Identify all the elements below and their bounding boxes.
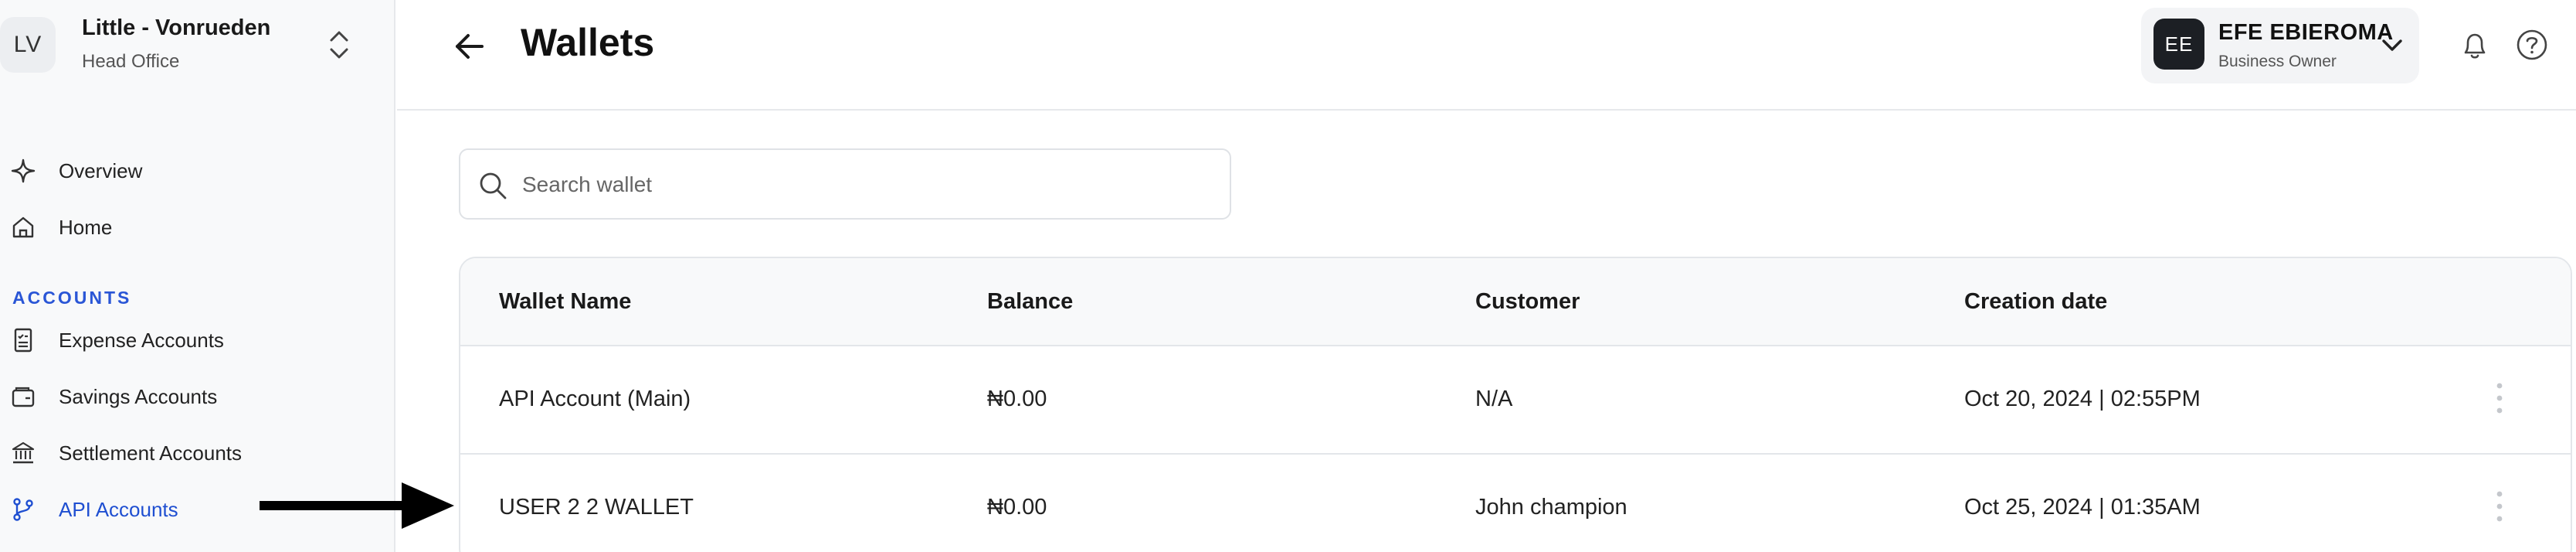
search-icon: [480, 172, 507, 199]
table-row[interactable]: USER 2 2 WALLET ₦0.00 John champion Oct …: [460, 455, 2571, 552]
column-header-creation-date[interactable]: Creation date: [1964, 289, 2107, 315]
sidebar-item-savings-accounts[interactable]: Savings Accounts: [0, 375, 371, 418]
chevron-up-down-icon[interactable]: [328, 28, 351, 62]
sidebar-item-label: Expense Accounts: [59, 328, 224, 352]
column-header-wallet-name[interactable]: Wallet Name: [499, 289, 631, 315]
home-icon: [9, 213, 37, 241]
user-name: EFE EBIEROMA: [2218, 20, 2394, 45]
org-name: Little - Vonrueden: [82, 15, 271, 40]
org-switcher[interactable]: LV Little - Vonrueden Head Office: [0, 0, 394, 91]
sidebar-item-expense-accounts[interactable]: Expense Accounts: [0, 319, 371, 362]
sidebar-item-label: API Accounts: [59, 497, 178, 521]
search-box: [459, 148, 1231, 220]
user-role: Business Owner: [2218, 53, 2337, 70]
bank-icon: [9, 439, 37, 467]
back-arrow-icon[interactable]: [451, 28, 488, 65]
sidebar-item-label: Overview: [59, 158, 143, 182]
chevron-down-icon: [2382, 39, 2402, 51]
user-menu[interactable]: EE EFE EBIEROMA Business Owner: [2141, 8, 2419, 83]
table-header: Wallet Name Balance Customer Creation da…: [460, 258, 2571, 346]
table-row[interactable]: API Account (Main) ₦0.00 N/A Oct 20, 202…: [460, 346, 2571, 455]
cell-creation-date: Oct 25, 2024 | 01:35AM: [1964, 495, 2201, 520]
cell-customer: N/A: [1475, 387, 1513, 411]
sidebar-item-settlement-accounts[interactable]: Settlement Accounts: [0, 431, 371, 475]
receipt-icon: [9, 326, 37, 354]
bell-icon[interactable]: [2459, 29, 2490, 62]
sidebar-item-label: Home: [59, 215, 113, 239]
avatar: EE: [2153, 19, 2204, 70]
org-branch: Head Office: [82, 51, 180, 72]
sidebar-item-home[interactable]: Home: [0, 206, 371, 249]
git-branch-icon: [9, 496, 37, 523]
cell-wallet-name: API Account (Main): [499, 387, 691, 411]
wallets-table: Wallet Name Balance Customer Creation da…: [459, 257, 2572, 552]
page-header: Wallets EE EFE EBIEROMA Business Owner: [397, 0, 2576, 111]
cell-balance: ₦0.00: [987, 495, 1047, 520]
sidebar-item-label: Settlement Accounts: [59, 441, 243, 465]
more-vertical-icon[interactable]: [2493, 489, 2506, 524]
column-header-balance[interactable]: Balance: [987, 289, 1073, 315]
sidebar-item-label: Savings Accounts: [59, 384, 218, 408]
help-circle-icon[interactable]: [2515, 28, 2549, 62]
sidebar: LV Little - Vonrueden Head Office Overvi…: [0, 0, 395, 552]
sparkle-icon: [9, 157, 37, 185]
search-input[interactable]: [522, 165, 1202, 204]
more-vertical-icon[interactable]: [2493, 380, 2506, 416]
cell-balance: ₦0.00: [987, 387, 1047, 411]
arrow-annotation-icon: [260, 482, 454, 529]
org-avatar: LV: [0, 17, 56, 73]
wallet-icon: [9, 383, 37, 411]
page-title: Wallets: [521, 21, 655, 64]
section-label-accounts: ACCOUNTS: [12, 288, 132, 308]
sidebar-item-overview[interactable]: Overview: [0, 149, 371, 193]
cell-creation-date: Oct 20, 2024 | 02:55PM: [1964, 387, 2201, 411]
cell-customer: John champion: [1475, 495, 1627, 520]
cell-wallet-name: USER 2 2 WALLET: [499, 495, 694, 520]
column-header-customer[interactable]: Customer: [1475, 289, 1580, 315]
